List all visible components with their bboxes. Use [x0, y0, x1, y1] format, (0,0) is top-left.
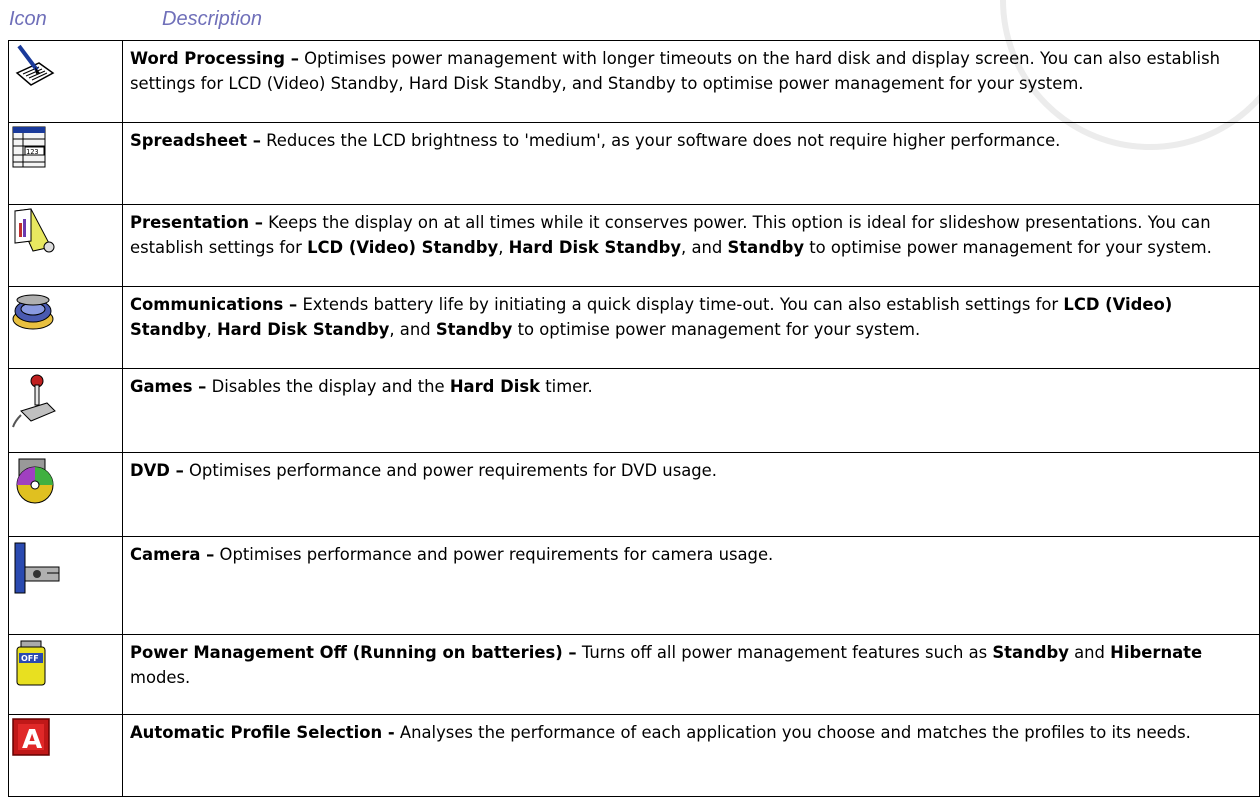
profile-description: modes.	[130, 668, 191, 687]
profile-description: timer.	[540, 377, 593, 396]
profile-title: Communications –	[130, 295, 298, 314]
joystick-icon	[12, 374, 56, 428]
table-row: Games – Disables the display and the Har…	[8, 368, 1260, 453]
description-cell: Automatic Profile Selection - Analyses t…	[122, 714, 1260, 797]
battery-off-icon: OFF	[16, 640, 46, 686]
description-cell: DVD – Optimises performance and power re…	[122, 452, 1260, 537]
profile-description: to optimise power management for your sy…	[512, 320, 921, 339]
svg-text:A: A	[22, 725, 42, 755]
description-cell: Communications – Extends battery life by…	[122, 286, 1260, 369]
description-cell: Camera – Optimises performance and power…	[122, 536, 1260, 635]
profile-title: Spreadsheet –	[130, 131, 261, 150]
description-cell: Power Management Off (Running on batteri…	[122, 634, 1260, 715]
svg-text:123: 123	[26, 148, 39, 156]
icon-cell	[8, 452, 123, 537]
profile-description: Reduces the LCD brightness to 'medium', …	[260, 131, 1061, 150]
setting-name: Hard Disk	[449, 377, 540, 396]
profile-description: Optimises performance and power requirem…	[183, 461, 717, 480]
setting-name: Hibernate	[1110, 643, 1203, 662]
setting-name: Hard Disk Standby	[508, 238, 682, 257]
icon-column-header: Icon	[9, 8, 47, 30]
profiles-table: Word Processing – Optimises power manage…	[8, 40, 1260, 797]
camera-icon	[14, 542, 60, 594]
table-row: A Automatic Profile Selection - Analyses…	[8, 714, 1260, 797]
profile-title: Camera –	[130, 545, 215, 564]
profile-title: Presentation –	[130, 213, 263, 232]
communications-icon	[12, 294, 54, 330]
table-header: Icon Description	[0, 8, 1260, 38]
setting-name: Standby	[435, 320, 513, 339]
description-cell: Word Processing – Optimises power manage…	[122, 40, 1260, 123]
description-cell: Games – Disables the display and the Har…	[122, 368, 1260, 453]
separator: , and	[681, 238, 728, 257]
icon-cell	[8, 40, 123, 123]
setting-name: Hard Disk Standby	[216, 320, 390, 339]
spreadsheet-icon: 123	[12, 126, 46, 168]
profile-description: to optimise power management for your sy…	[804, 238, 1212, 257]
separator: ,	[498, 238, 509, 257]
icon-cell	[8, 536, 123, 635]
dvd-icon	[16, 458, 54, 504]
table-row: OFF Power Management Off (Running on bat…	[8, 634, 1260, 715]
separator: ,	[206, 320, 217, 339]
icon-cell: A	[8, 714, 123, 797]
svg-text:OFF: OFF	[21, 654, 39, 663]
description-column-header: Description	[162, 8, 263, 30]
profile-description: Analyses the performance of each applica…	[394, 723, 1191, 742]
table-row: Presentation – Keeps the display on at a…	[8, 204, 1260, 287]
icon-cell	[8, 368, 123, 453]
profile-description: Turns off all power management features …	[576, 643, 993, 662]
table-row: 123 Spreadsheet – Reduces the LCD bright…	[8, 122, 1260, 205]
setting-name: Standby	[992, 643, 1069, 662]
profile-title: Automatic Profile Selection -	[130, 723, 395, 742]
profile-description: Extends battery life by initiating a qui…	[297, 295, 1064, 314]
profile-description: Disables the display and the	[206, 377, 450, 396]
automatic-profile-icon: A	[12, 718, 50, 756]
table-row: Communications – Extends battery life by…	[8, 286, 1260, 369]
profile-title: DVD –	[130, 461, 184, 480]
description-cell: Presentation – Keeps the display on at a…	[122, 204, 1260, 287]
table-row: Word Processing – Optimises power manage…	[8, 40, 1260, 123]
table-row: Camera – Optimises performance and power…	[8, 536, 1260, 635]
word-processing-icon	[15, 44, 55, 86]
profile-title: Games –	[130, 377, 207, 396]
icon-cell	[8, 286, 123, 369]
setting-name: Standby	[727, 238, 805, 257]
separator: , and	[389, 320, 436, 339]
profile-description: Optimises performance and power requirem…	[214, 545, 774, 564]
description-cell: Spreadsheet – Reduces the LCD brightness…	[122, 122, 1260, 205]
setting-name: LCD (Video) Standby	[307, 238, 499, 257]
icon-cell: 123	[8, 122, 123, 205]
profile-title: Word Processing –	[130, 49, 299, 68]
icon-cell: OFF	[8, 634, 123, 715]
presentation-icon	[14, 208, 55, 253]
table-row: DVD – Optimises performance and power re…	[8, 452, 1260, 537]
icon-cell	[8, 204, 123, 287]
profile-description: and	[1068, 643, 1111, 662]
profile-title: Power Management Off (Running on batteri…	[130, 643, 577, 662]
